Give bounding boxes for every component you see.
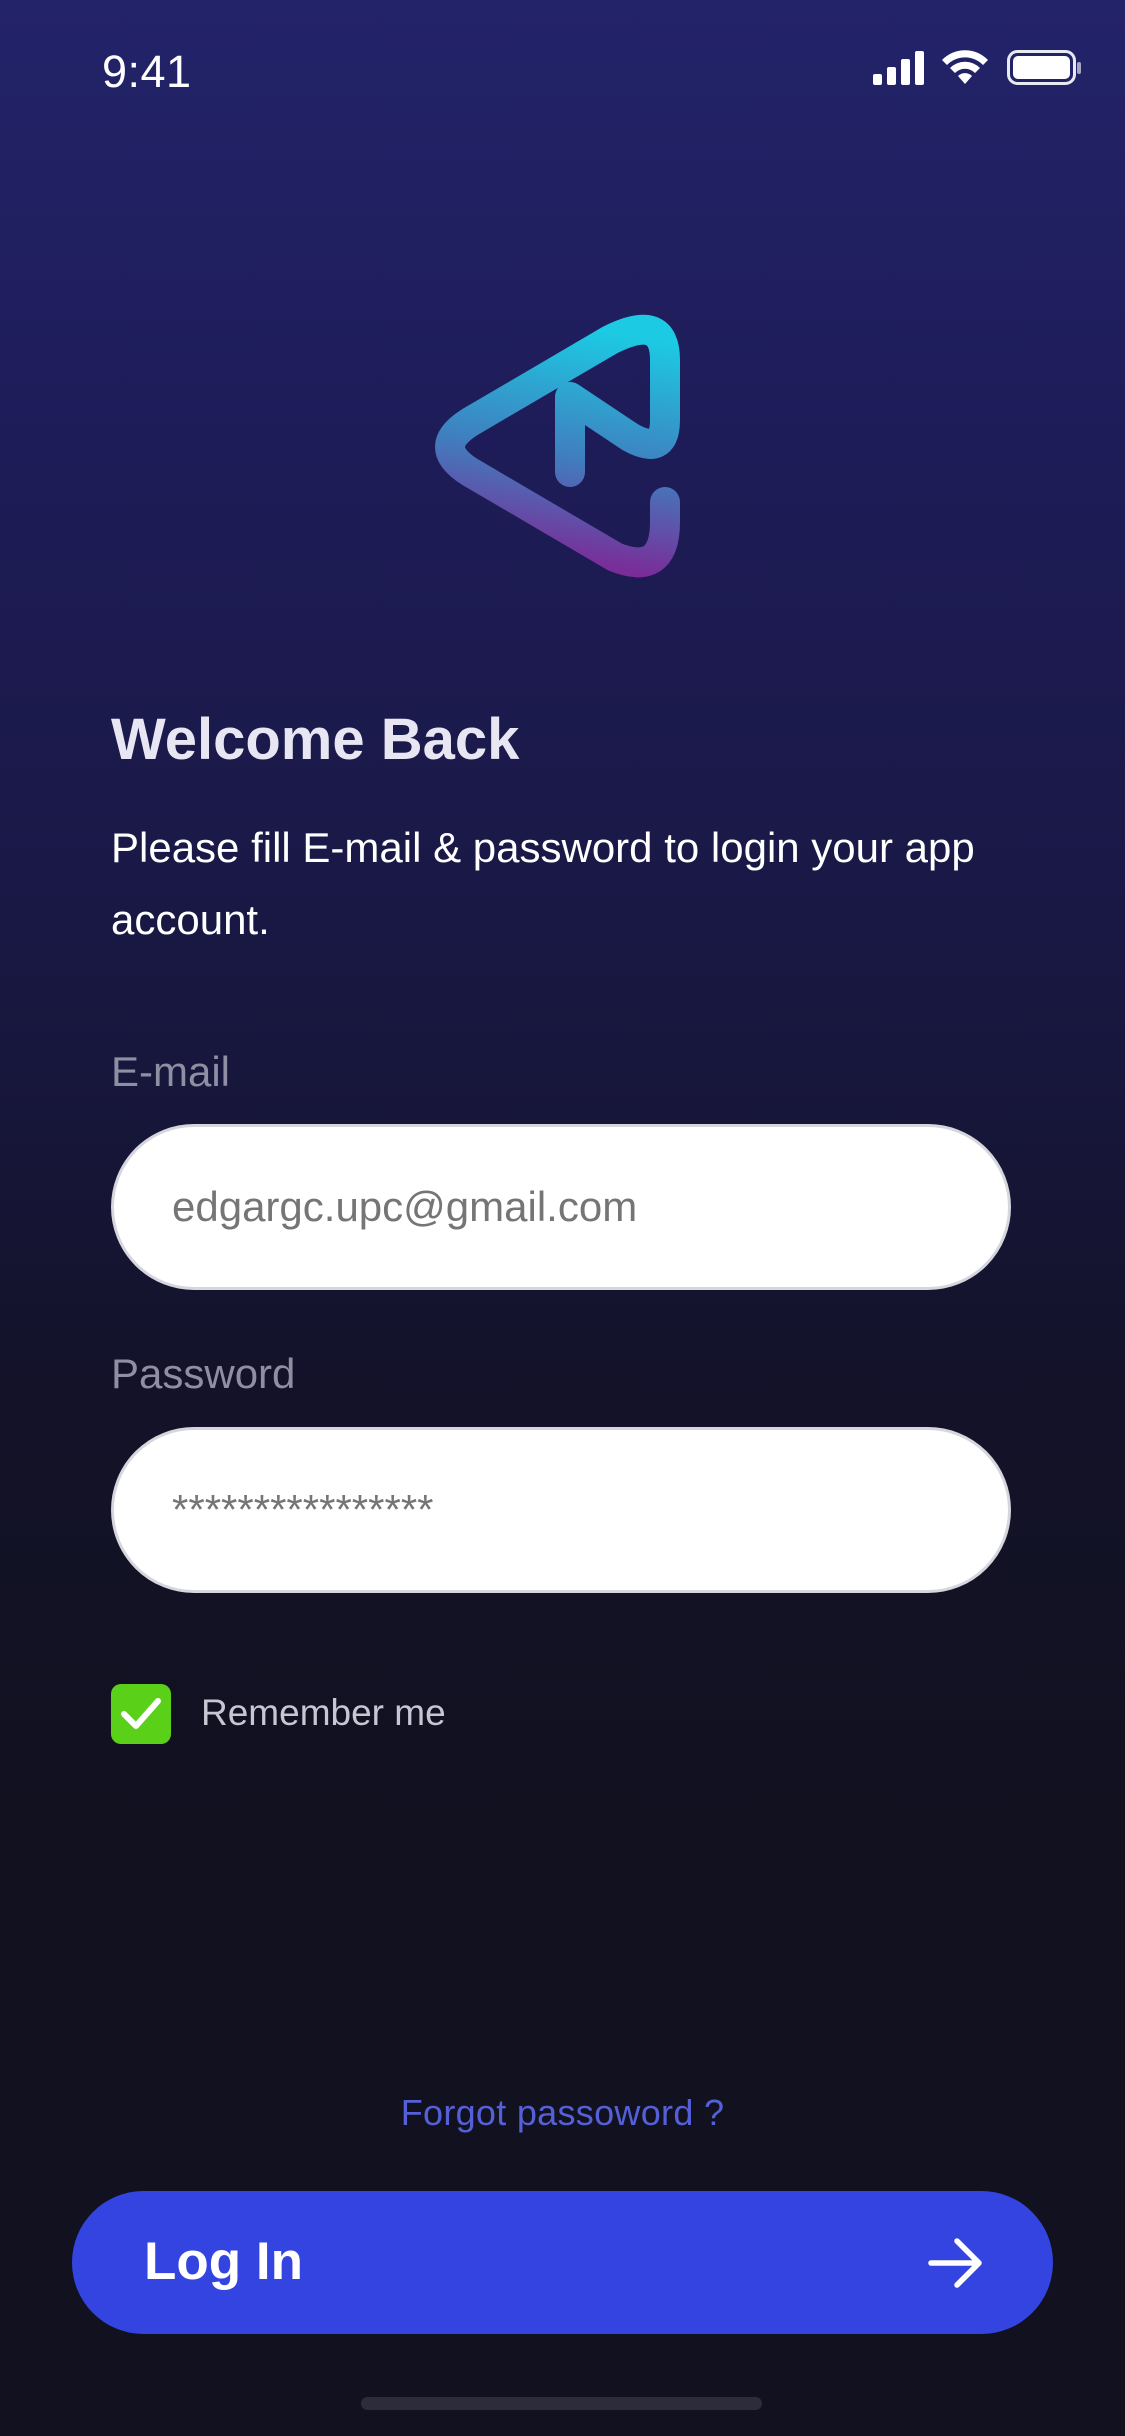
login-button[interactable]: Log In: [72, 2191, 1053, 2334]
forgot-password-link[interactable]: Forgot passoword ?: [0, 2092, 1125, 2134]
password-label: Password: [111, 1350, 296, 1397]
email-field[interactable]: [172, 1127, 972, 1287]
home-indicator: [361, 2397, 762, 2410]
remember-me-label: Remember me: [201, 1692, 446, 1733]
arrow-right-icon: [928, 2238, 982, 2288]
status-bar: 9:41: [0, 0, 1125, 140]
cellular-signal-icon: [873, 51, 924, 85]
battery-icon: [1007, 50, 1081, 85]
page-title: Welcome Back: [111, 707, 520, 772]
page-subtitle: Please fill E-mail & password to login y…: [111, 824, 975, 943]
password-field-container: [111, 1427, 1011, 1593]
email-field-container: [111, 1124, 1011, 1290]
checkmark-icon: [121, 1698, 161, 1729]
email-label: E-mail: [111, 1048, 231, 1095]
status-icons: [873, 50, 1083, 90]
status-time: 9:41: [102, 46, 192, 97]
play-triangle-logo: [435, 314, 680, 578]
remember-me-checkbox[interactable]: [111, 1684, 171, 1744]
wifi-icon: [942, 50, 988, 84]
password-field[interactable]: [172, 1430, 972, 1590]
login-button-label: Log In: [144, 2232, 303, 2291]
